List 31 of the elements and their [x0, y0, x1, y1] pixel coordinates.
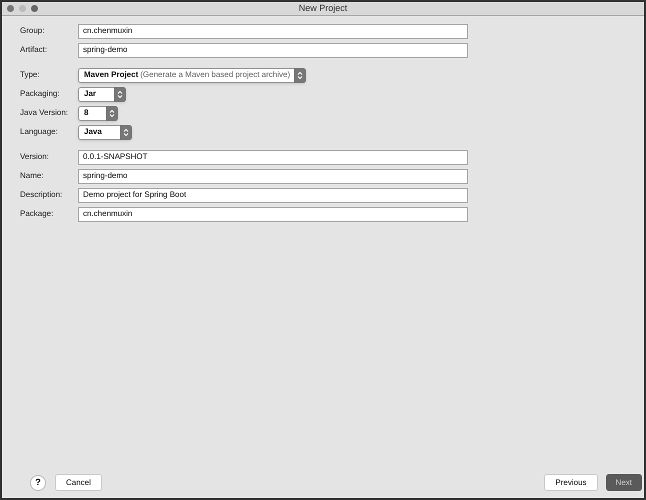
dialog-button[interactable]: Cancel	[55, 474, 102, 491]
dropdown[interactable]: 8	[78, 106, 118, 120]
close-icon[interactable]	[7, 5, 14, 12]
dropdown[interactable]: Jar	[78, 86, 126, 102]
field-label: Package:	[20, 208, 54, 220]
stepper-icon	[109, 108, 116, 118]
field-label: Name:	[20, 170, 45, 182]
input-field[interactable]: 0.0.1-SNAPSHOT	[78, 150, 468, 164]
field-label: Packaging:	[20, 88, 61, 100]
input-field[interactable]: Demo project for Spring Boot	[78, 188, 468, 202]
input-field[interactable]: cn.chenmuxin	[78, 24, 468, 38]
zoom-icon[interactable]	[31, 5, 38, 12]
input-field[interactable]: cn.chenmuxin	[78, 206, 468, 222]
stepper-icon	[122, 128, 129, 136]
input-field[interactable]: spring-demo	[78, 42, 468, 58]
input-field[interactable]: spring-demo	[78, 168, 468, 184]
stepper-icon	[117, 90, 124, 98]
stepper-icon	[297, 70, 304, 80]
field-label: Artifact:	[20, 44, 48, 56]
field-label: Description:	[20, 189, 64, 201]
dropdown[interactable]: Java	[78, 124, 132, 140]
help-button[interactable]: ?	[30, 474, 46, 490]
field-label: Java Version:	[20, 107, 70, 119]
next-button[interactable]: Next	[606, 474, 642, 491]
field-label: Language:	[20, 126, 59, 138]
dialog-button[interactable]: Previous	[544, 474, 598, 491]
window-title: New Project	[298, 2, 348, 15]
dropdown[interactable]: Maven Project (Generate a Maven based project archive)	[78, 68, 306, 82]
field-label: Type:	[20, 69, 41, 81]
field-label: Group:	[20, 25, 46, 37]
field-label: Version:	[20, 151, 50, 163]
